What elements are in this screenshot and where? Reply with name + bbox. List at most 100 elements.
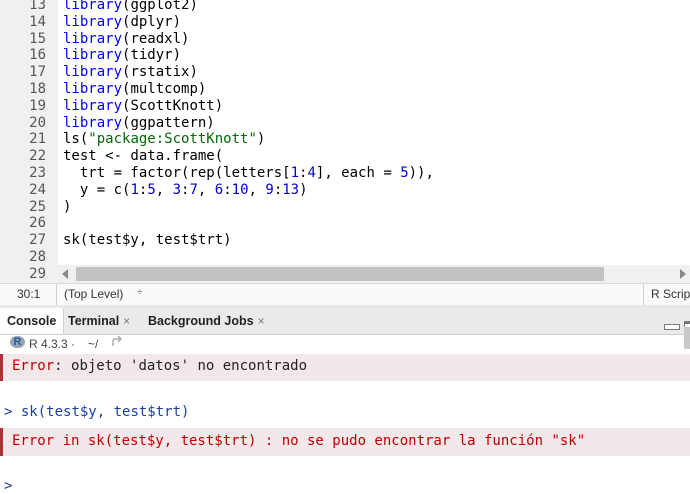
code-token: library <box>63 30 123 47</box>
code-line: 23 trt = factor(rep(letters[1:4], each =… <box>0 165 690 182</box>
code-text: test <- data.frame( <box>63 148 223 165</box>
code-token: library <box>63 81 123 97</box>
code-token: library <box>63 0 123 13</box>
code-line: 20 library(ggpattern) <box>0 115 690 132</box>
code-token: ls( <box>63 131 89 148</box>
console-pane-tabs: Console Terminal × Background Jobs × <box>0 308 690 335</box>
code-token: library <box>63 114 123 131</box>
editor-horizontal-scrollbar[interactable] <box>58 265 690 283</box>
code-line: 14 library(dplyr) <box>0 14 690 31</box>
code-token: (ggpattern) <box>122 114 215 131</box>
line-number: 13 <box>29 0 46 13</box>
line-number: 24 <box>29 181 46 198</box>
line-number: 22 <box>29 148 46 165</box>
go-to-directory-icon[interactable] <box>111 335 125 351</box>
code-token: 13 <box>282 181 300 198</box>
code-text: sk(test$y, test$trt) <box>63 232 232 249</box>
code-token: ) <box>256 131 266 148</box>
code-token: 5 <box>400 165 409 181</box>
code-line: 16 library(tidyr) <box>0 47 690 64</box>
close-icon[interactable]: × <box>123 314 130 328</box>
line-number: 21 <box>29 131 46 148</box>
code-token: ], each = <box>315 165 401 181</box>
code-text: y = c(1:5, 3:7, 6:10, 9:13) <box>63 182 308 199</box>
code-token: 6 <box>214 181 224 198</box>
code-token: (dplyr) <box>122 13 182 30</box>
line-number: 14 <box>29 13 46 30</box>
console-header: R R 4.3.3 · ~/ <box>0 327 690 353</box>
code-token: sk(test$y, test$trt) <box>63 232 232 249</box>
code-token: (ScottKnott) <box>122 97 224 114</box>
code-token: 1 <box>290 165 300 181</box>
scope-selector[interactable]: (Top Level) <box>64 287 123 301</box>
scroll-left-icon[interactable] <box>62 269 68 279</box>
code-token: library <box>63 13 123 30</box>
tab-label: Terminal <box>68 314 120 328</box>
minimize-pane-icon[interactable] <box>664 324 680 330</box>
code-token: : <box>273 181 283 198</box>
code-token: test <- data.frame( <box>63 148 224 165</box>
code-text: library(readxl) <box>63 31 189 48</box>
scrollbar-thumb[interactable] <box>76 267 604 281</box>
error-text: Error in sk(test$y, test$trt) : no se pu… <box>12 433 586 449</box>
code-token: (multcomp) <box>122 81 207 97</box>
code-token: trt = factor(rep(letters[ <box>63 165 291 181</box>
tab-background-jobs[interactable]: Background Jobs × <box>142 308 282 334</box>
r-version: R 4.3.3 · <box>29 337 76 351</box>
code-token: y = c( <box>63 181 131 198</box>
code-line: 17 library(rstatix) <box>0 64 690 81</box>
console-output[interactable]: R R 4.3.3 · ~/ Error: objeto 'datos' no … <box>0 327 690 494</box>
code-token: (rstatix) <box>122 64 198 81</box>
code-text: library(tidyr) <box>63 47 181 64</box>
code-token: ) <box>63 198 72 215</box>
tab-console[interactable]: Console <box>0 308 64 334</box>
line-number: 16 <box>29 47 46 64</box>
code-token: (tidyr) <box>122 47 182 64</box>
file-type-selector[interactable]: R Script <box>651 287 690 301</box>
scope-dropdown-icon[interactable]: ÷ <box>137 287 143 298</box>
error-prefix: Error <box>12 358 55 374</box>
line-number: 28 <box>29 249 46 265</box>
code-token: library <box>63 47 123 64</box>
code-text: ) <box>63 199 71 216</box>
code-token: 5 <box>147 181 156 198</box>
code-token: "package:ScottKnott" <box>88 131 257 148</box>
error-message: Error in sk(test$y, test$trt) : no se pu… <box>0 428 690 456</box>
code-text: library(multcomp) <box>63 81 206 98</box>
code-token: , <box>155 181 173 198</box>
editor-status-bar: 30:1 (Top Level) ÷ R Script <box>0 283 690 306</box>
line-number: 17 <box>29 64 46 81</box>
code-token: 10 <box>231 181 249 198</box>
code-line: 22 test <- data.frame( <box>0 148 690 165</box>
code-token: )), <box>408 165 434 181</box>
code-token: library <box>63 97 123 114</box>
source-editor[interactable]: 13 library(ggplot2) 14 library(dplyr) 15 libr… <box>0 0 690 283</box>
cursor-position: 30:1 <box>17 287 41 301</box>
status-divider <box>643 284 644 305</box>
code-token: ) <box>299 181 308 198</box>
tab-terminal[interactable]: Terminal × <box>62 308 142 334</box>
close-icon[interactable]: × <box>258 314 265 328</box>
line-number: 15 <box>29 30 46 47</box>
code-token: 7 <box>189 181 198 198</box>
working-directory[interactable]: ~/ <box>88 337 98 351</box>
code-token: , <box>197 181 215 198</box>
console-scrollbar[interactable] <box>684 327 690 349</box>
line-number: 27 <box>29 232 46 249</box>
code-token: 3 <box>172 181 182 198</box>
code-text: library(ScottKnott) <box>63 98 223 115</box>
code-line: 21 ls("package:ScottKnott") <box>0 131 690 148</box>
code-token: 4 <box>307 165 316 181</box>
scroll-right-icon[interactable] <box>680 269 686 279</box>
code-line: 15 library(readxl) <box>0 31 690 48</box>
code-text: trt = factor(rep(letters[1:4], each = 5)… <box>63 165 434 182</box>
code-line: 24 y = c(1:5, 3:7, 6:10, 9:13) <box>0 182 690 199</box>
line-number: 20 <box>29 114 46 131</box>
code-token: 1 <box>130 181 139 198</box>
line-number: 25 <box>29 198 46 215</box>
code-text: library(dplyr) <box>63 14 181 31</box>
error-text: : objeto 'datos' no encontrado <box>54 358 308 374</box>
code-token: (readxl) <box>122 30 190 47</box>
code-line: 26 <box>0 215 690 232</box>
console-prompt[interactable]: > <box>4 478 12 494</box>
